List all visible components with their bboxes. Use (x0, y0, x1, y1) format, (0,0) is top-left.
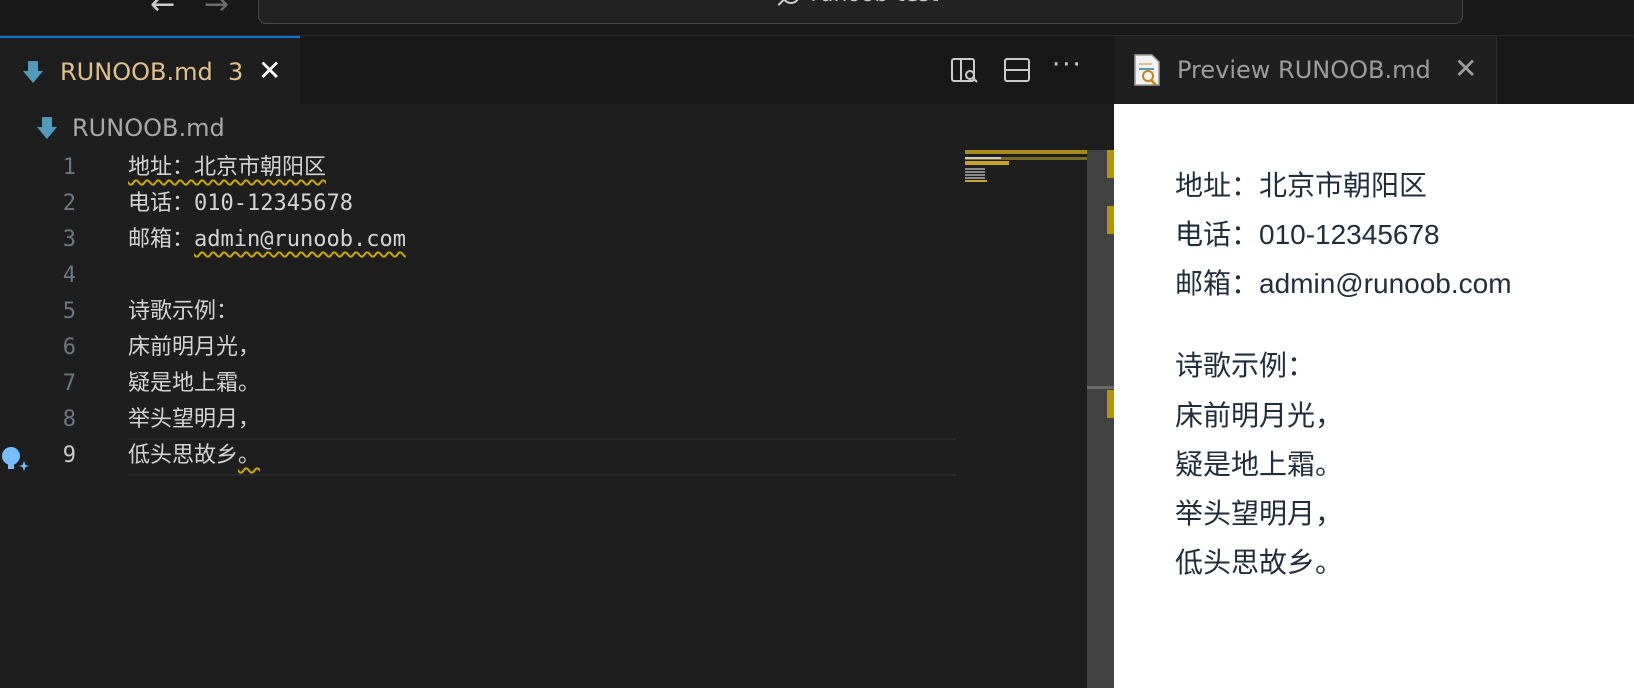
minimap-line (965, 168, 985, 170)
warning-char: 。 (238, 443, 261, 468)
tab-title: RUNOOB.md (60, 58, 213, 86)
editor-line: 7 疑是地上霜。 (0, 366, 1086, 402)
forward-arrow-icon[interactable]: → (204, 0, 229, 20)
minimap-highlight (965, 150, 1087, 154)
minimap[interactable] (965, 150, 1087, 688)
editor-line: 4 (0, 258, 1086, 294)
scroll-position-marker (1087, 386, 1114, 389)
line-number: 2 (62, 191, 76, 216)
line-text: 举头望明月， (128, 407, 261, 432)
search-icon (782, 0, 801, 4)
line-body: 低头思故乡 (128, 443, 239, 468)
close-icon[interactable]: ✕ (1454, 54, 1477, 84)
preview-line: 举头望明月， (1175, 498, 1344, 529)
minimap-line (965, 161, 1009, 165)
preview-line: 电话：010-12345678 (1175, 219, 1440, 250)
line-number: 7 (62, 371, 76, 396)
warning-marker (1107, 206, 1114, 234)
editor-line: 9 低头思故乡。 (0, 438, 1086, 474)
minimap-line (965, 157, 1001, 159)
warning-marker (1107, 390, 1114, 418)
editor-line: 2 电话：010-12345678 (0, 186, 1086, 222)
title-bar: ← → runoob-test (0, 0, 1634, 36)
tab-preview-runoob-md[interactable]: Preview RUNOOB.md ✕ (1114, 36, 1497, 104)
editor-line: 8 举头望明月， (0, 402, 1086, 438)
line-text: 诗歌示例： (128, 299, 239, 324)
preview-line: 邮箱：admin@runoob.com (1175, 268, 1512, 299)
command-center-search[interactable]: runoob-test (258, 0, 1463, 24)
problem-count-badge: 3 (228, 58, 244, 86)
editor-line: 3 邮箱：admin@runoob.com (0, 222, 1086, 258)
minimap-line (965, 174, 985, 176)
editor-line: 5 诗歌示例： (0, 294, 1086, 330)
minimap-line (965, 180, 987, 182)
editor-line: 6 床前明月光， (0, 330, 1086, 366)
line-number: 9 (62, 443, 76, 468)
preview-line: 诗歌示例： (1175, 350, 1316, 381)
line-text: 邮箱：admin@runoob.com (128, 222, 406, 258)
markdown-file-icon (37, 117, 57, 139)
close-icon[interactable]: ✕ (258, 56, 281, 86)
editor-line: 1 地址：北京市朝阳区 (0, 150, 1086, 186)
line-number: 6 (62, 335, 76, 360)
editor-tab-bar: RUNOOB.md 3 ✕ ··· (0, 36, 1114, 104)
preview-tab-bar: Preview RUNOOB.md ✕ (1114, 36, 1634, 104)
back-arrow-icon[interactable]: ← (150, 0, 175, 20)
markdown-preview: 地址：北京市朝阳区 电话：010-12345678 邮箱：admin@runoo… (1114, 104, 1634, 688)
split-editor-icon[interactable] (1003, 56, 1031, 84)
code-editor[interactable]: 1 地址：北京市朝阳区 2 电话：010-12345678 3 邮箱：admin… (0, 150, 1086, 688)
preview-tab-title: Preview RUNOOB.md (1177, 56, 1431, 84)
email-text: admin@runoob.com (194, 227, 406, 252)
line-label: 邮箱： (128, 227, 195, 252)
line-number: 1 (62, 155, 76, 180)
line-text: 床前明月光， (128, 335, 261, 360)
preview-line: 床前明月光， (1175, 400, 1344, 431)
breadcrumb-file[interactable]: RUNOOB.md (72, 114, 225, 142)
line-number: 3 (62, 227, 76, 252)
line-text: 地址：北京市朝阳区 (128, 155, 327, 180)
breadcrumb: RUNOOB.md (0, 104, 1114, 150)
markdown-file-icon (23, 61, 43, 83)
minimap-line (965, 171, 985, 173)
preview-line: 地址：北京市朝阳区 (1175, 170, 1428, 201)
line-text: 低头思故乡。 (128, 438, 260, 474)
line-text: 电话：010-12345678 (128, 191, 353, 216)
line-text: 疑是地上霜。 (128, 371, 261, 396)
more-actions-icon[interactable]: ··· (1052, 50, 1092, 80)
preview-line: 疑是地上霜。 (1175, 449, 1344, 480)
line-number: 8 (62, 407, 76, 432)
line-number: 5 (62, 299, 76, 324)
open-preview-to-side-icon[interactable] (950, 56, 978, 84)
search-label: runoob-test (810, 0, 938, 7)
vertical-scrollbar[interactable] (1087, 150, 1114, 688)
line-number: 4 (62, 263, 76, 288)
warning-marker (1107, 150, 1114, 178)
preview-file-icon (1134, 54, 1160, 86)
minimap-line (965, 177, 985, 179)
preview-line: 低头思故乡。 (1175, 547, 1344, 578)
tab-runoob-md[interactable]: RUNOOB.md 3 ✕ (0, 36, 300, 104)
